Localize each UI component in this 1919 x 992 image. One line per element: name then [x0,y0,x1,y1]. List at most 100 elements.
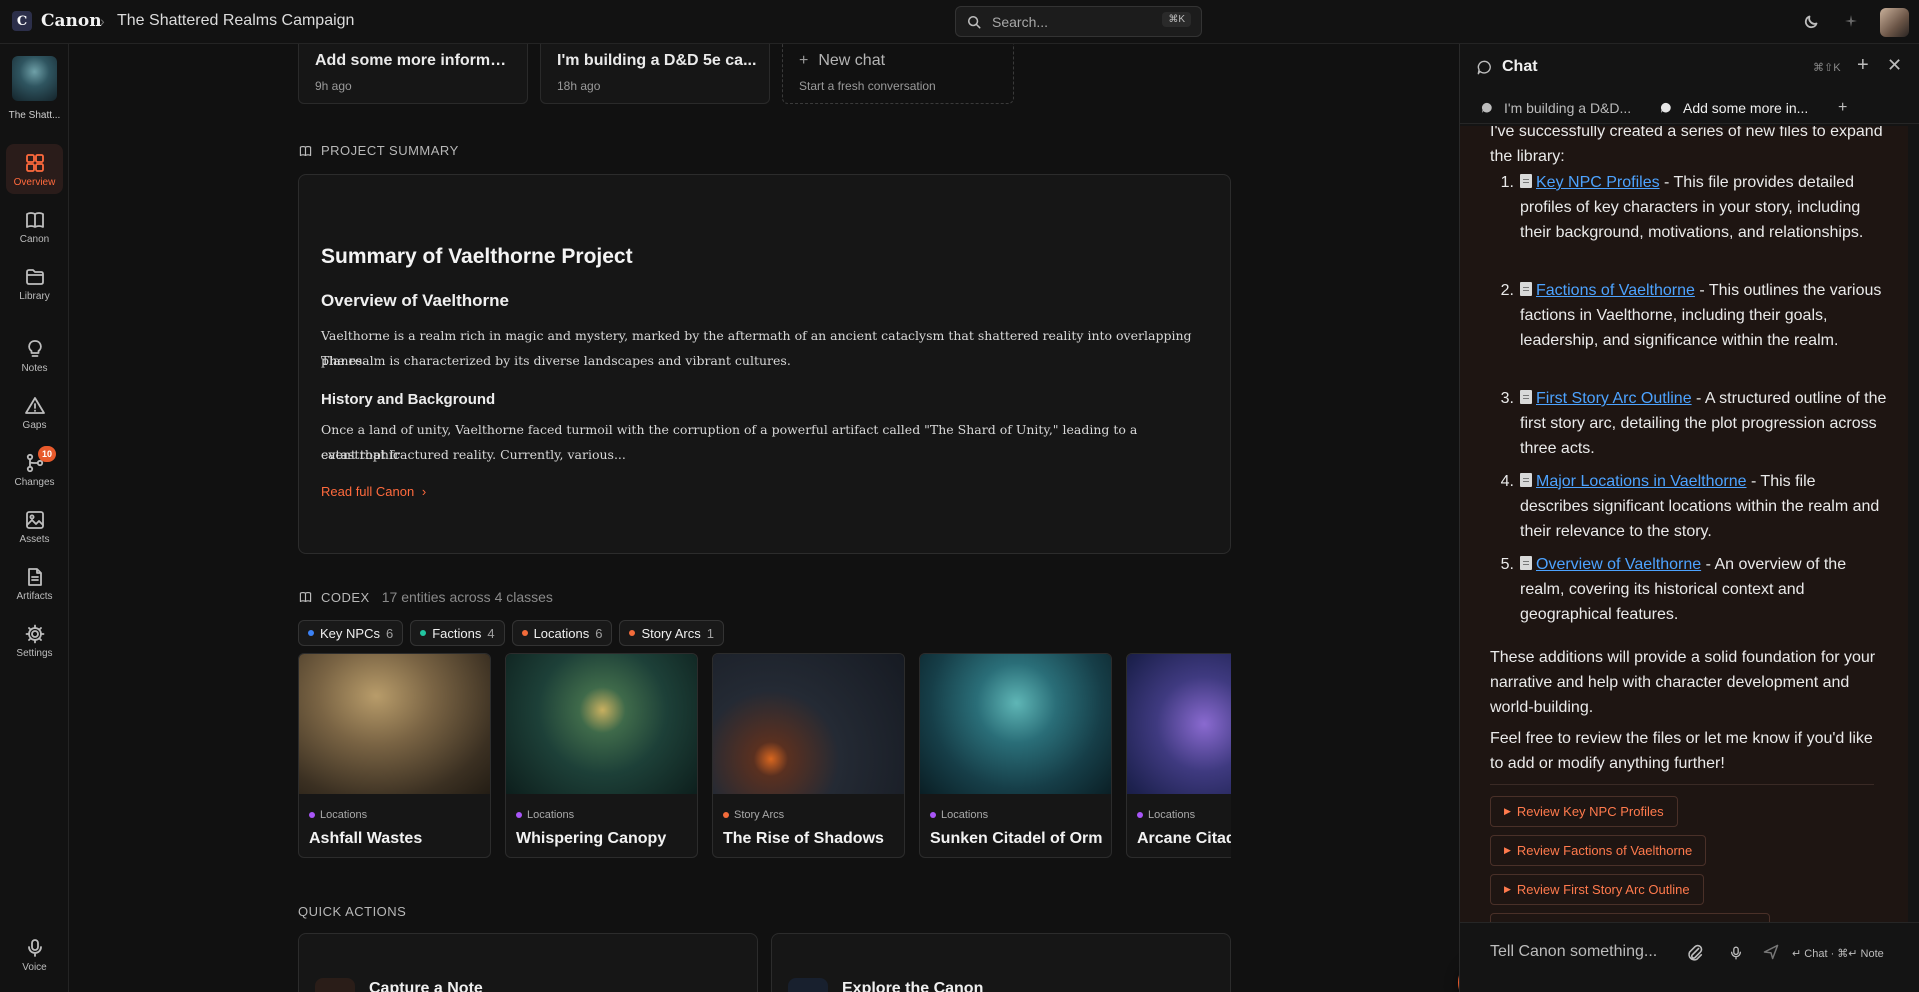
sparkle-icon[interactable] [1843,13,1859,29]
file-link[interactable]: Factions of Vaelthorne [1536,282,1695,299]
entity-card[interactable]: Locations Sunken Citadel of Orm [919,653,1112,858]
review-button-label: Review First Story Arc Outline [1516,882,1690,897]
entity-category: Locations [516,809,574,821]
close-icon[interactable]: ✕ [1887,55,1902,76]
book-icon [25,212,44,228]
recent-chat-title: Add some more informat... [315,52,515,69]
review-button-label: Review Key NPC Profiles [1516,804,1664,819]
entity-card[interactable]: Locations Arcane Citad [1126,653,1231,858]
message-paragraph: These additions will provide a solid fou… [1490,649,1876,716]
chat-tab-active[interactable]: Add some more in... [1659,100,1808,116]
chip-dot [521,630,528,636]
chat-tab[interactable]: I'm building a D&D... [1480,100,1631,116]
chip-dot [629,630,636,636]
review-button[interactable]: ▶ Review Key NPC Profiles [1490,796,1678,827]
sidebar-item-changes[interactable]: 10 Changes [6,444,63,494]
breadcrumb-project-title[interactable]: The Shattered Realms Campaign [117,12,354,30]
book-icon [299,145,312,156]
sidebar-item-artifacts[interactable]: Artifacts [6,558,63,608]
entity-category-label: Locations [320,809,368,821]
entity-card[interactable]: Story Arcs The Rise of Shadows [712,653,905,858]
voice-label: Voice [22,962,47,973]
file-link[interactable]: Overview of Vaelthorne [1536,556,1701,573]
chip-key-npcs[interactable]: Key NPCs 6 [298,620,404,646]
codex-entity-carousel[interactable]: Locations Ashfall Wastes Locations Whisp… [298,653,1231,859]
review-button[interactable]: ▶ Review First Story Arc Outline [1490,874,1704,905]
project-summary-header: PROJECT SUMMARY [298,143,459,158]
read-full-canon-link[interactable]: Read full Canon › [321,484,426,499]
entity-category: Locations [1137,809,1195,821]
microphone-icon[interactable] [1728,943,1744,963]
file-link[interactable]: Key NPC Profiles [1536,174,1660,191]
sidebar-item-library[interactable]: Library [6,258,63,308]
voice-button[interactable]: Voice [6,929,63,979]
new-chat-card[interactable]: + New chat Start a fresh conversation [782,44,1014,104]
quick-actions-header: QUICK ACTIONS [298,904,406,919]
send-icon[interactable] [1762,943,1780,961]
new-chat-plus-icon[interactable]: + [1857,54,1869,77]
chat-input[interactable]: Tell Canon something... [1490,943,1657,961]
chevron-right-icon: › [421,484,427,499]
search-bar[interactable]: Search... ⌘K [955,6,1202,37]
explore-canon-card[interactable]: Explore the Canon [771,933,1231,992]
chat-title: Chat [1502,58,1538,75]
new-chat-row: + New chat [799,52,999,70]
list-item: 1. Key NPC Profiles - This file provides… [1501,170,1888,245]
sidebar-item-label: Library [19,291,50,302]
sidebar-item-canon[interactable]: Canon [6,201,63,251]
caret-right-icon: ▶ [1504,806,1511,816]
sidebar: The Shatt... Overview Canon Library Note… [0,44,69,992]
add-tab-plus-icon[interactable]: + [1838,99,1847,117]
file-link[interactable]: First Story Arc Outline [1536,390,1692,407]
chip-count: 6 [595,625,603,641]
entity-dot [723,812,729,818]
history-line-2: event that fractured reality. Currently,… [321,447,626,462]
changes-count-badge: 10 [38,446,57,462]
chip-factions[interactable]: Factions 4 [410,620,505,646]
assistant-message: I've successfully created a series of ne… [1460,126,1908,966]
chat-bubble-icon [1477,60,1491,75]
recent-chat-card[interactable]: Add some more informat... 9h ago [298,44,528,104]
list-item: 5. Overview of Vaelthorne - An overview … [1501,552,1888,627]
quick-action-title: Capture a Note [369,980,483,992]
project-thumbnail[interactable] [12,56,57,101]
book-icon [299,591,312,603]
search-icon [967,15,981,29]
entity-name: Whispering Canopy [516,830,667,847]
entity-image [713,654,904,794]
app-name[interactable]: Canon [41,11,102,31]
file-link[interactable]: Major Locations in Vaelthorne [1536,473,1747,490]
review-button[interactable]: ▶ Review Factions of Vaelthorne [1490,835,1707,866]
caret-right-icon: ▶ [1504,884,1511,894]
chip-locations[interactable]: Locations 6 [511,620,613,646]
entity-category: Story Arcs [723,809,784,821]
sidebar-item-overview[interactable]: Overview [6,144,63,194]
entity-card[interactable]: Locations Whispering Canopy [505,653,698,858]
sidebar-item-label: Overview [13,177,56,188]
canon-logo-icon[interactable]: C [12,11,32,31]
section-title: QUICK ACTIONS [298,904,407,919]
paperclip-icon[interactable] [1686,943,1704,963]
main-content: Add some more informat... 9h ago I'm bui… [70,44,1459,992]
sidebar-item-label: Settings [16,648,53,659]
divider [1490,784,1874,785]
user-avatar[interactable] [1880,8,1909,37]
list-item: 2. Factions of Vaelthorne - This outline… [1501,278,1888,353]
compass-icon [788,978,828,992]
search-placeholder: Search... [992,14,1049,30]
capture-note-card[interactable]: Capture a Note [298,933,758,992]
entity-card[interactable]: Locations Ashfall Wastes [298,653,491,858]
moon-icon[interactable] [1804,13,1820,29]
chip-story-arcs[interactable]: Story Arcs 1 [619,620,724,646]
entity-category: Locations [930,809,988,821]
recent-chat-card[interactable]: I'm building a D&D 5e ca... 18h ago [540,44,770,104]
sidebar-item-notes[interactable]: Notes [6,330,63,380]
sidebar-item-assets[interactable]: Assets [6,501,63,551]
codex-count: 17 entities across 4 classes [381,589,553,605]
read-full-canon-label: Read full Canon [321,484,415,499]
gear-icon [25,624,44,644]
sidebar-item-gaps[interactable]: Gaps [6,387,63,437]
quick-action-title: Explore the Canon [842,980,984,992]
sidebar-item-settings[interactable]: Settings [6,615,63,665]
entity-dot [1137,812,1143,818]
